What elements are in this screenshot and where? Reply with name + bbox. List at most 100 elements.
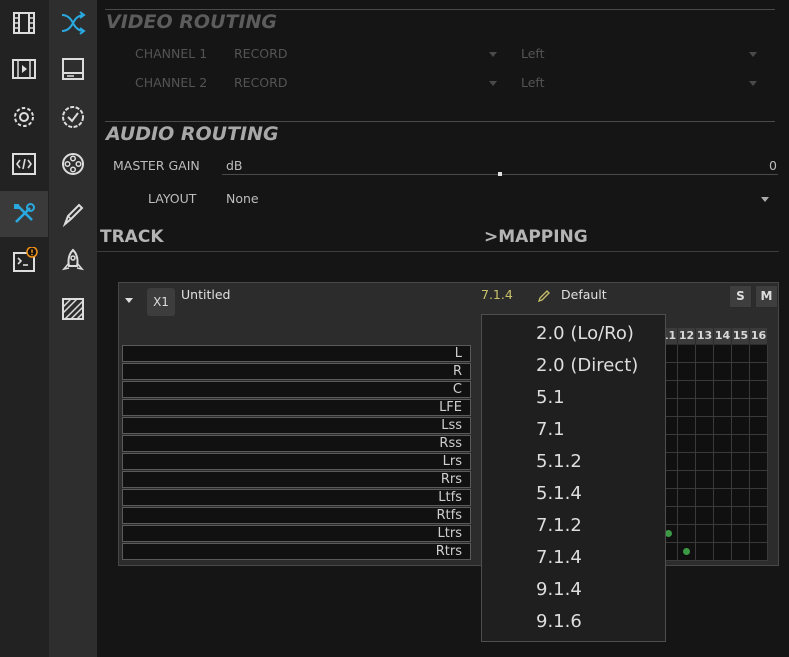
grid-cell[interactable] xyxy=(678,489,696,507)
film-reel-icon[interactable] xyxy=(49,141,97,187)
track-format[interactable]: 7.1.4 xyxy=(481,287,513,302)
slider-thumb[interactable] xyxy=(498,172,502,176)
grid-cell[interactable] xyxy=(750,363,768,381)
grid-cell[interactable] xyxy=(732,489,750,507)
grid-cell[interactable] xyxy=(678,507,696,525)
format-option[interactable]: 2.0 (Lo/Ro) xyxy=(536,323,634,344)
grid-cell[interactable] xyxy=(732,435,750,453)
grid-cell[interactable] xyxy=(678,363,696,381)
grid-cell[interactable] xyxy=(714,381,732,399)
grid-cell[interactable] xyxy=(750,543,768,561)
format-option[interactable]: 9.1.6 xyxy=(536,611,582,632)
grid-cell[interactable] xyxy=(696,453,714,471)
grid-cell[interactable] xyxy=(696,363,714,381)
grid-cell[interactable] xyxy=(696,435,714,453)
grid-cell[interactable] xyxy=(714,345,732,363)
grid-cell[interactable] xyxy=(732,471,750,489)
track-preset[interactable]: Default xyxy=(561,287,607,302)
grid-cell[interactable] xyxy=(678,417,696,435)
code-icon[interactable] xyxy=(0,141,48,187)
grid-cell[interactable] xyxy=(750,417,768,435)
grid-cell[interactable] xyxy=(696,525,714,543)
grid-cell[interactable] xyxy=(696,381,714,399)
hatch-icon[interactable] xyxy=(49,286,97,332)
grid-cell[interactable] xyxy=(750,489,768,507)
terminal-icon[interactable] xyxy=(0,238,48,284)
grid-cell[interactable] xyxy=(714,417,732,435)
channel-1-source-select[interactable]: RECORD xyxy=(234,46,287,61)
grid-cell[interactable] xyxy=(678,453,696,471)
chevron-down-icon[interactable] xyxy=(489,52,497,57)
grid-cell[interactable] xyxy=(678,435,696,453)
layout-select[interactable]: None xyxy=(226,191,259,206)
format-option[interactable]: 2.0 (Direct) xyxy=(536,355,638,376)
grid-cell[interactable] xyxy=(732,345,750,363)
grid-cell[interactable] xyxy=(732,399,750,417)
gear-icon[interactable] xyxy=(0,94,48,140)
grid-cell[interactable] xyxy=(750,507,768,525)
grid-cell[interactable] xyxy=(678,381,696,399)
grid-cell[interactable] xyxy=(750,435,768,453)
grid-cell[interactable] xyxy=(732,381,750,399)
grid-cell[interactable] xyxy=(678,345,696,363)
channel-1-side-select[interactable]: Left xyxy=(521,46,545,61)
grid-cell[interactable] xyxy=(714,453,732,471)
grid-cell[interactable] xyxy=(678,471,696,489)
grid-cell[interactable] xyxy=(696,471,714,489)
format-option[interactable]: 7.1.2 xyxy=(536,515,582,536)
grid-cell[interactable] xyxy=(696,345,714,363)
channel-2-side-select[interactable]: Left xyxy=(521,75,545,90)
format-option[interactable]: 5.1.4 xyxy=(536,483,582,504)
film-icon[interactable] xyxy=(0,0,48,46)
grid-cell[interactable] xyxy=(714,489,732,507)
mute-button[interactable]: M xyxy=(755,285,778,308)
film-strip-icon[interactable] xyxy=(0,46,48,92)
grid-cell[interactable] xyxy=(696,399,714,417)
grid-cell[interactable] xyxy=(750,345,768,363)
chevron-down-icon[interactable] xyxy=(749,81,757,86)
grid-cell[interactable] xyxy=(732,417,750,435)
grid-cell[interactable] xyxy=(678,525,696,543)
channel-2-source-select[interactable]: RECORD xyxy=(234,75,287,90)
tools-icon[interactable] xyxy=(0,191,48,237)
grid-cell[interactable] xyxy=(750,525,768,543)
chevron-down-icon[interactable] xyxy=(749,52,757,57)
grid-cell[interactable] xyxy=(732,453,750,471)
chevron-down-icon[interactable] xyxy=(489,81,497,86)
badge-check-icon[interactable] xyxy=(49,94,97,140)
grid-cell[interactable] xyxy=(732,525,750,543)
grid-cell[interactable] xyxy=(714,435,732,453)
grid-cell[interactable] xyxy=(714,543,732,561)
grid-cell[interactable] xyxy=(678,399,696,417)
grid-cell[interactable] xyxy=(696,489,714,507)
grid-cell[interactable] xyxy=(714,525,732,543)
grid-cell[interactable] xyxy=(750,471,768,489)
grid-cell[interactable] xyxy=(714,363,732,381)
format-option[interactable]: 7.1.4 xyxy=(536,547,582,568)
grid-cell[interactable] xyxy=(714,399,732,417)
grid-cell[interactable] xyxy=(732,507,750,525)
grid-cell[interactable] xyxy=(714,507,732,525)
grid-cell[interactable] xyxy=(750,399,768,417)
grid-cell[interactable] xyxy=(714,471,732,489)
format-option[interactable]: 7.1 xyxy=(536,419,565,440)
grid-cell[interactable] xyxy=(750,381,768,399)
routing-icon[interactable] xyxy=(49,0,97,46)
format-option[interactable]: 9.1.4 xyxy=(536,579,582,600)
track-name[interactable]: Untitled xyxy=(181,287,230,302)
rocket-icon[interactable] xyxy=(49,238,97,284)
grid-cell[interactable] xyxy=(750,453,768,471)
grid-cell[interactable] xyxy=(696,417,714,435)
format-option[interactable]: 5.1.2 xyxy=(536,451,582,472)
mapping-dot[interactable] xyxy=(683,548,690,555)
grid-cell[interactable] xyxy=(732,543,750,561)
grid-cell[interactable] xyxy=(696,507,714,525)
chevron-down-icon[interactable] xyxy=(761,197,769,202)
grid-cell[interactable] xyxy=(696,543,714,561)
panel-icon[interactable] xyxy=(49,46,97,92)
mapping-dot[interactable] xyxy=(665,530,672,537)
brush-icon[interactable] xyxy=(49,191,97,237)
solo-button[interactable]: S xyxy=(729,285,752,308)
collapse-chevron-icon[interactable] xyxy=(125,298,133,303)
grid-cell[interactable] xyxy=(732,363,750,381)
